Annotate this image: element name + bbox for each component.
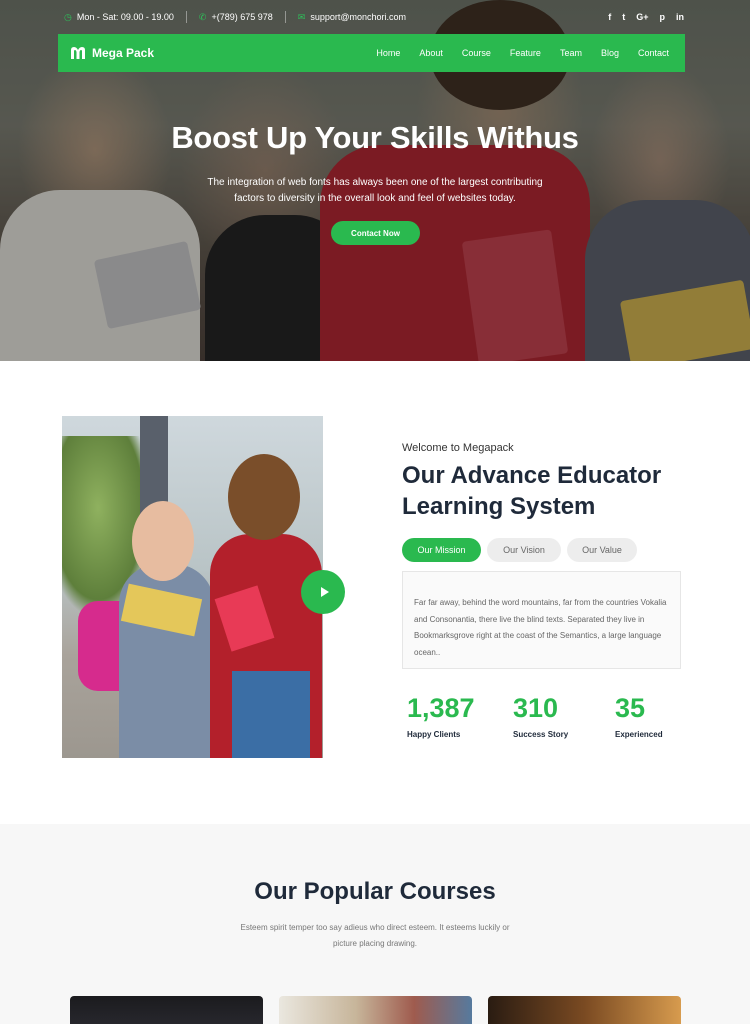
stat-value: 310 bbox=[513, 693, 559, 723]
twitter-icon[interactable]: t bbox=[622, 12, 625, 22]
phone-icon: ✆ bbox=[198, 11, 207, 22]
top-info-bar: ◷ Mon - Sat: 09.00 - 19.00 ✆ +(789) 675 … bbox=[58, 0, 684, 34]
clock-icon: ◷ bbox=[64, 11, 72, 22]
stat-value: 1,387 bbox=[407, 693, 475, 723]
contact-info: ◷ Mon - Sat: 09.00 - 19.00 ✆ +(789) 675 … bbox=[58, 11, 412, 23]
about-image bbox=[62, 416, 323, 758]
pinterest-icon[interactable]: p bbox=[660, 12, 666, 22]
stat-value: 35 bbox=[615, 693, 646, 723]
linkedin-icon[interactable]: in bbox=[676, 12, 684, 22]
nav-item-home[interactable]: Home bbox=[376, 48, 400, 58]
stat-label: Success Story bbox=[513, 730, 569, 739]
nav-item-course[interactable]: Course bbox=[462, 48, 491, 58]
play-icon bbox=[320, 587, 329, 597]
email-text: support@monchori.com bbox=[310, 12, 407, 22]
stat-label: Happy Clients bbox=[407, 730, 461, 739]
nav-item-about[interactable]: About bbox=[419, 48, 443, 58]
tab-our-vision[interactable]: Our Vision bbox=[487, 538, 561, 562]
image-detail bbox=[132, 501, 194, 581]
about-eyebrow: Welcome to Megapack bbox=[402, 442, 514, 454]
courses-title: Our Popular Courses bbox=[254, 878, 496, 905]
image-detail bbox=[228, 454, 300, 540]
course-card-image[interactable] bbox=[279, 996, 472, 1024]
image-detail bbox=[232, 671, 310, 758]
stat-label: Experienced bbox=[615, 730, 663, 739]
tab-panel-text: Far far away, behind the word mountains,… bbox=[402, 571, 681, 669]
logo-m-icon bbox=[71, 47, 85, 59]
about-tabs: Our Mission Our Vision Our Value bbox=[402, 538, 637, 562]
stat-happy-clients: 1,387 Happy Clients bbox=[402, 693, 508, 739]
stat-experienced: 35 Experienced bbox=[610, 693, 716, 739]
divider bbox=[284, 11, 286, 23]
hours-info: ◷ Mon - Sat: 09.00 - 19.00 bbox=[58, 12, 180, 23]
nav-item-contact[interactable]: Contact bbox=[638, 48, 669, 58]
nav-item-team[interactable]: Team bbox=[560, 48, 582, 58]
courses-section: Our Popular Courses Esteem spirit temper… bbox=[0, 824, 750, 1024]
nav-item-feature[interactable]: Feature bbox=[510, 48, 541, 58]
tab-our-mission[interactable]: Our Mission bbox=[402, 538, 481, 562]
google-plus-icon[interactable]: G+ bbox=[636, 12, 648, 22]
hero-title: Boost Up Your Skills Withus bbox=[171, 120, 579, 155]
tab-our-value[interactable]: Our Value bbox=[567, 538, 637, 562]
hero-section: ◷ Mon - Sat: 09.00 - 19.00 ✆ +(789) 675 … bbox=[0, 0, 750, 361]
social-links: f t G+ p in bbox=[608, 12, 684, 22]
main-navbar: Mega Pack Home About Course Feature Team… bbox=[58, 34, 685, 72]
course-card-image[interactable] bbox=[488, 996, 681, 1024]
hero-subtitle: The integration of web fonts has always … bbox=[207, 177, 543, 204]
email-info[interactable]: ✉ support@monchori.com bbox=[292, 12, 412, 23]
phone-text: +(789) 675 978 bbox=[211, 12, 273, 22]
contact-now-button[interactable]: Contact Now bbox=[331, 221, 420, 245]
courses-subtitle: Esteem spirit temper too say adieus who … bbox=[240, 923, 510, 948]
hours-text: Mon - Sat: 09.00 - 19.00 bbox=[76, 12, 174, 22]
nav-menu: Home About Course Feature Team Blog Cont… bbox=[376, 48, 669, 58]
brand-logo[interactable]: Mega Pack bbox=[70, 46, 154, 60]
envelope-icon: ✉ bbox=[297, 11, 306, 22]
stat-success-story: 310 Success Story bbox=[508, 693, 610, 739]
divider bbox=[185, 11, 187, 23]
phone-info[interactable]: ✆ +(789) 675 978 bbox=[193, 12, 279, 23]
facebook-icon[interactable]: f bbox=[608, 12, 611, 22]
video-play-button[interactable] bbox=[301, 570, 345, 614]
course-card-image[interactable] bbox=[70, 996, 263, 1024]
nav-item-blog[interactable]: Blog bbox=[601, 48, 619, 58]
brand-name: Mega Pack bbox=[92, 46, 155, 60]
about-title: Our Advance Educator Learning System bbox=[402, 462, 662, 520]
stats-row: 1,387 Happy Clients 310 Success Story 35… bbox=[402, 693, 716, 739]
